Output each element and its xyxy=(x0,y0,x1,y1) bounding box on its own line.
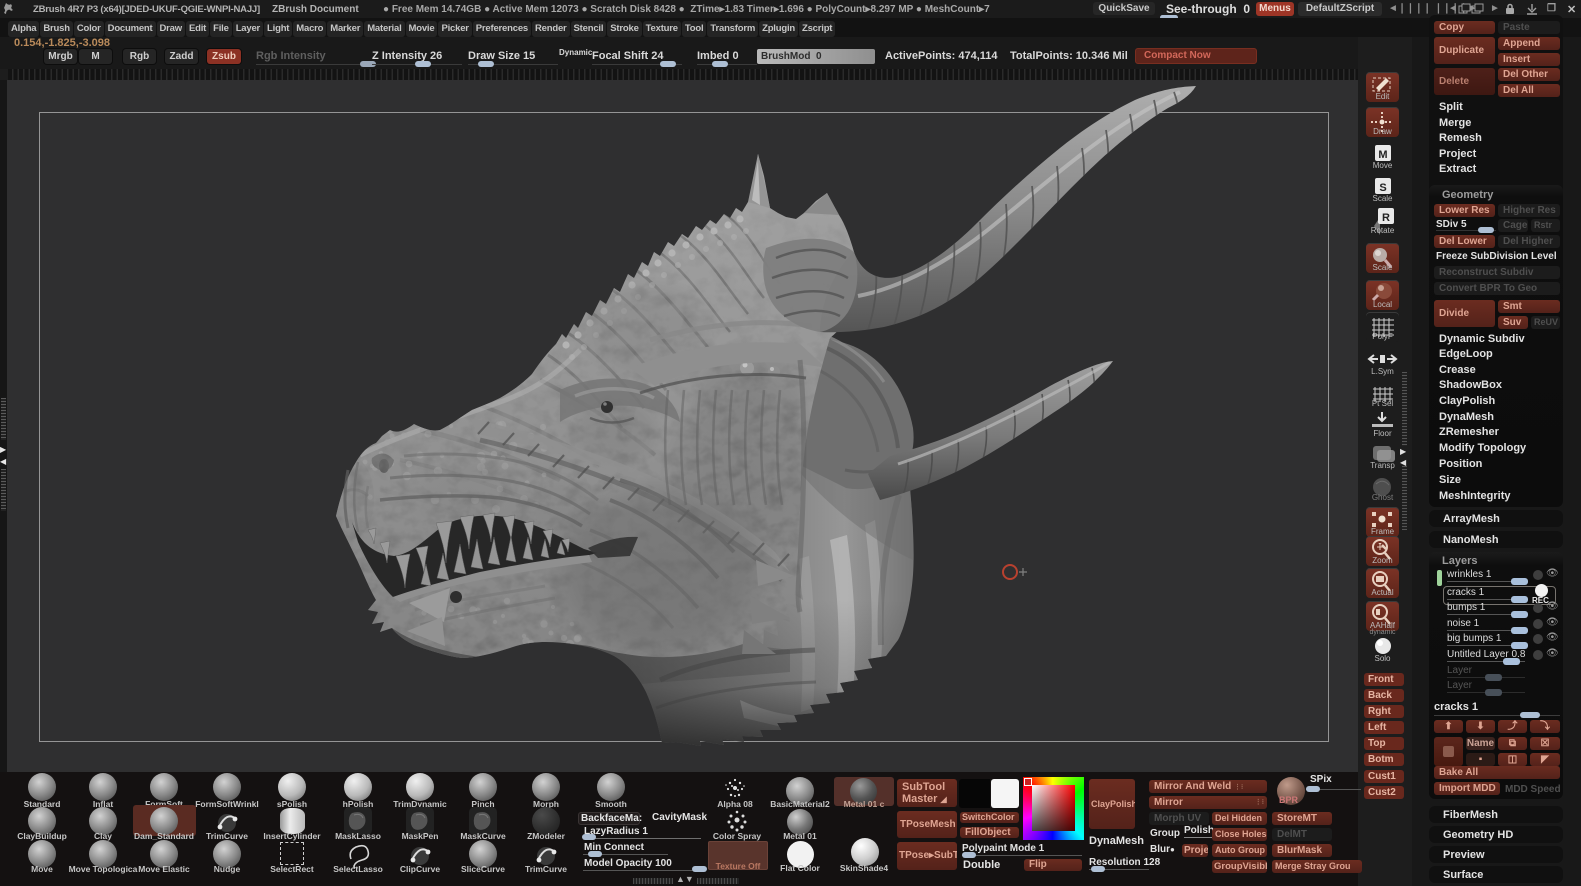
svg-text:M: M xyxy=(1378,149,1387,161)
svg-text:R: R xyxy=(1382,212,1390,224)
svg-text:S: S xyxy=(1379,182,1386,194)
